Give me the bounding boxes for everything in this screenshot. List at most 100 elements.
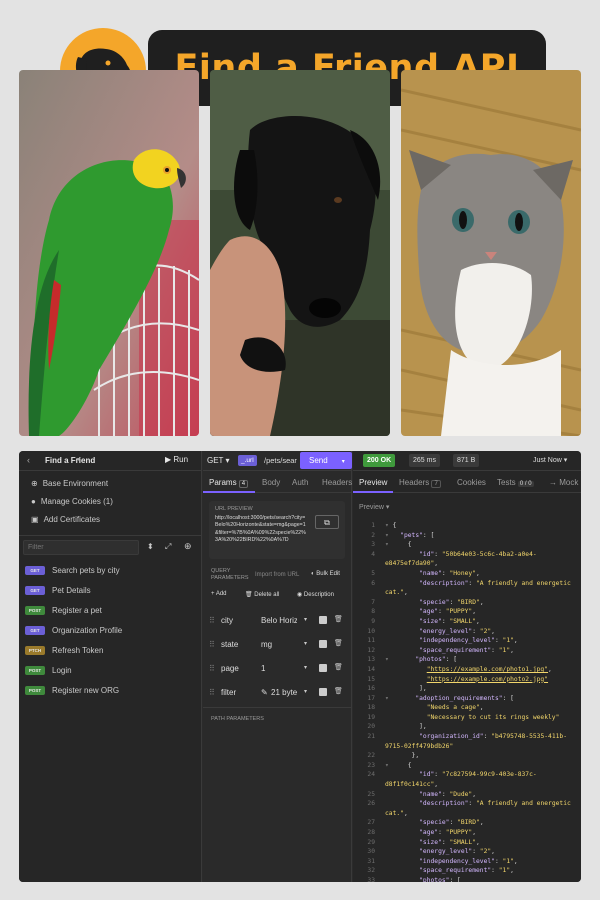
param-name[interactable]: filter xyxy=(221,688,236,697)
preview-mode-dropdown[interactable]: Preview ▾ xyxy=(359,503,389,511)
add-icon[interactable]: ⊕ xyxy=(184,541,192,552)
chevron-down-icon[interactable]: ▾ xyxy=(304,664,307,671)
request-label: Pet Details xyxy=(52,586,91,595)
globe-icon: ⊕ xyxy=(31,479,38,488)
param-name[interactable]: page xyxy=(221,664,239,673)
send-chevron-down-icon[interactable]: ▾ xyxy=(342,459,345,465)
trash-icon[interactable]: 🗑 xyxy=(334,687,343,695)
tab-response-headers-label: Headers xyxy=(399,478,430,487)
url-variable-chip[interactable]: _.url xyxy=(238,455,257,466)
trash-icon[interactable]: 🗑 xyxy=(334,663,343,671)
delete-all-button[interactable]: 🗑 Delete all xyxy=(245,591,279,598)
drag-handle-icon[interactable]: ⠿ xyxy=(209,688,215,697)
tab-response-headers[interactable]: Headers 7 xyxy=(399,478,441,488)
dog-photo xyxy=(210,70,390,436)
response-time-badge: 265 ms xyxy=(409,454,440,467)
toggle-icon: ◐ xyxy=(311,571,315,577)
param-enabled-checkbox[interactable] xyxy=(319,616,327,624)
copy-icon[interactable]: ⧉ xyxy=(315,515,339,529)
run-label: Run xyxy=(173,455,189,464)
cookie-icon: ● xyxy=(31,497,36,506)
project-chevron-down-icon[interactable]: ▾ xyxy=(77,456,80,463)
method-badge: POST xyxy=(25,666,45,675)
expand-icon[interactable]: ⤢ xyxy=(165,542,171,552)
request-label: Login xyxy=(52,666,72,675)
method-badge: POST xyxy=(25,686,45,695)
description-label: Description xyxy=(303,592,334,598)
response-size-badge: 871 B xyxy=(453,454,480,467)
param-name[interactable]: city xyxy=(221,616,233,625)
add-certificates-item[interactable]: ▣ Add Certificates xyxy=(31,515,100,524)
trash-icon: 🗑 xyxy=(245,592,253,598)
tab-body[interactable]: Body xyxy=(262,478,280,487)
run-button[interactable]: ▶ Run xyxy=(165,455,188,464)
manage-cookies-item[interactable]: ● Manage Cookies (1) xyxy=(31,497,113,506)
tab-params-label: Params xyxy=(209,478,237,487)
insomnia-window: ‹ Find a Friend ▾ ▶ Run ⊕ Base Environme… xyxy=(19,451,581,882)
tab-tests-label: Tests xyxy=(497,478,516,487)
history-dropdown[interactable]: Just Now ▾ xyxy=(533,456,567,464)
param-value[interactable]: 1 xyxy=(261,664,265,673)
trash-icon[interactable]: 🗑 xyxy=(334,615,343,623)
trash-icon[interactable]: 🗑 xyxy=(334,639,343,647)
import-from-url-button[interactable]: Import from URL xyxy=(255,572,299,578)
sort-icon[interactable]: ⬍ xyxy=(147,542,154,551)
request-item[interactable]: GET Search pets by city xyxy=(25,566,120,575)
param-value[interactable]: Belo Horiz xyxy=(261,616,297,625)
drag-handle-icon[interactable]: ⠿ xyxy=(209,616,215,625)
url-preview-box: URL PREVIEW http://localhost:3000/pets/s… xyxy=(209,501,345,559)
filter-input[interactable] xyxy=(23,540,139,555)
method-badge: GET xyxy=(25,566,45,575)
chevron-down-icon[interactable]: ▾ xyxy=(304,616,307,623)
preview-mode-label: Preview xyxy=(359,504,384,511)
tab-mock[interactable]: → Mock xyxy=(549,478,578,487)
edit-icon[interactable]: ✎ xyxy=(261,688,268,697)
request-item[interactable]: POST Register a pet xyxy=(25,606,102,615)
request-item[interactable]: POST Register new ORG xyxy=(25,686,119,695)
url-input[interactable]: /pets/sear xyxy=(264,456,297,465)
back-chevron-icon[interactable]: ‹ xyxy=(27,455,30,465)
response-status-bar: 200 OK 265 ms 871 B Just Now ▾ xyxy=(353,451,581,471)
chevron-down-icon[interactable]: ▾ xyxy=(304,688,307,695)
description-toggle[interactable]: ◉ Description xyxy=(297,591,334,598)
send-button[interactable]: Send ▾ xyxy=(300,452,352,469)
request-label: Search pets by city xyxy=(52,566,120,575)
tab-cookies[interactable]: Cookies xyxy=(457,478,486,487)
add-param-button[interactable]: + Add xyxy=(211,591,227,597)
active-tab-indicator xyxy=(353,491,393,493)
method-select[interactable]: GET ▾ xyxy=(207,456,230,465)
project-title[interactable]: Find a Friend xyxy=(45,456,95,465)
chevron-down-icon[interactable]: ▾ xyxy=(304,640,307,647)
param-row: ⠿ state mg ▾ 🗑 xyxy=(203,635,352,655)
param-name[interactable]: state xyxy=(221,640,238,649)
url-preview-text: http://localhost:3000/pets/search?city=B… xyxy=(215,515,306,544)
certificate-icon: ▣ xyxy=(31,515,39,524)
request-label: Refresh Token xyxy=(52,646,104,655)
param-enabled-checkbox[interactable] xyxy=(319,664,327,672)
active-tab-indicator xyxy=(203,491,255,493)
param-enabled-checkbox[interactable] xyxy=(319,688,327,696)
base-environment-item[interactable]: ⊕ Base Environment xyxy=(31,479,108,488)
request-item[interactable]: POST Login xyxy=(25,666,72,675)
status-badge: 200 OK xyxy=(363,454,396,467)
drag-handle-icon[interactable]: ⠿ xyxy=(209,664,215,673)
response-tabs: Preview Headers 7 Cookies Tests 0 / 0 → … xyxy=(353,471,581,493)
tab-preview[interactable]: Preview xyxy=(359,478,387,487)
method-badge: POST xyxy=(25,606,45,615)
json-response-body: 1 ▾ { 2 ▾ "pets": [ 3 ▾ { 4 "id": "50b64e03… xyxy=(367,522,571,882)
request-item[interactable]: GET Organization Profile xyxy=(25,626,122,635)
request-item[interactable]: GET Pet Details xyxy=(25,586,91,595)
bulk-edit-toggle[interactable]: ◐ Bulk Edit xyxy=(311,571,340,577)
tab-params[interactable]: Params 4 xyxy=(209,478,249,488)
delete-all-label: Delete all xyxy=(254,592,280,598)
tab-headers[interactable]: Headers xyxy=(322,478,352,487)
param-enabled-checkbox[interactable] xyxy=(319,640,327,648)
manage-cookies-label: Manage Cookies (1) xyxy=(40,497,113,506)
tab-tests[interactable]: Tests 0 / 0 xyxy=(497,478,534,487)
drag-handle-icon[interactable]: ⠿ xyxy=(209,640,215,649)
param-value[interactable]: 21 byte xyxy=(271,688,297,697)
request-tabs: Params 4 Body Auth Headers xyxy=(203,471,352,493)
tab-auth[interactable]: Auth xyxy=(292,478,308,487)
param-value[interactable]: mg xyxy=(261,640,272,649)
request-item[interactable]: PTCH Refresh Token xyxy=(25,646,103,655)
